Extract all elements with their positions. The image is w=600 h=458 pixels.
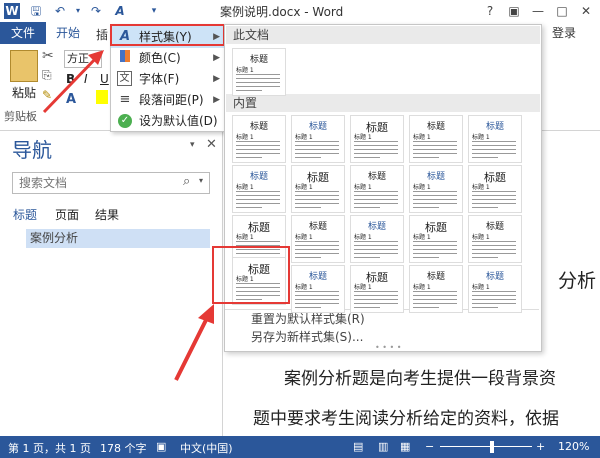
zoom-slider-thumb[interactable] [490,441,494,453]
red-arrow-1 [42,54,100,114]
red-arrow-2 [174,315,210,381]
annotation-arrows [42,50,214,381]
status-bar: 第 1 页，共 1 页 178 个字 ▣ 中文(中国) ▤ ▥ ▦ − + 12… [0,436,600,458]
zoom-out-icon[interactable]: − [425,440,434,453]
status-word-count[interactable]: 178 个字 [100,440,147,456]
status-zoom-level[interactable]: 120% [558,440,589,453]
read-mode-icon[interactable]: ▤ [353,440,363,453]
status-page-count[interactable]: 第 1 页，共 1 页 [8,440,91,456]
proofing-icon[interactable]: ▣ [156,440,166,453]
zoom-slider-track[interactable] [440,446,532,447]
print-layout-icon[interactable]: ▥ [378,440,388,453]
status-language[interactable]: 中文(中国) [180,440,233,456]
red-arrow-2-head [198,304,214,324]
web-layout-icon[interactable]: ▦ [400,440,410,453]
zoom-in-icon[interactable]: + [536,440,545,453]
